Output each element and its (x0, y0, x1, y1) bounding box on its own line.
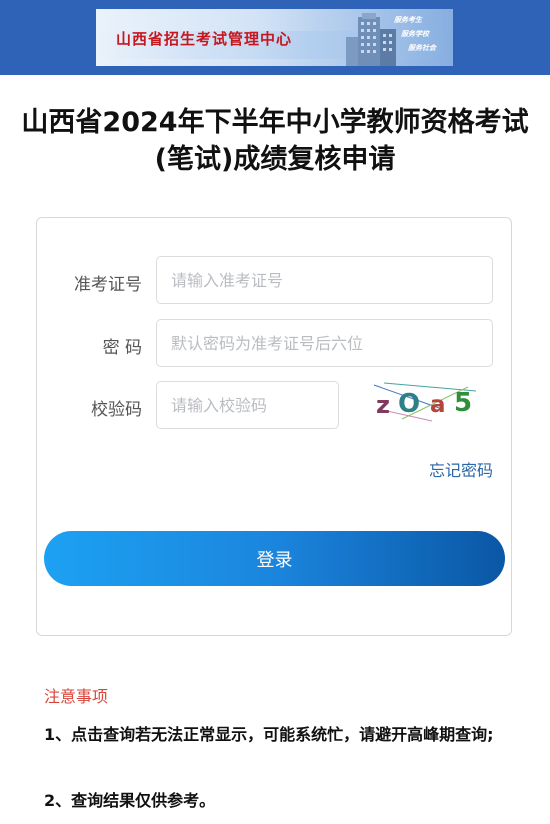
svg-text:O: O (398, 389, 420, 419)
banner-title: 山西省招生考试管理中心 (116, 30, 293, 48)
header-bar: 山西省招生考试管理中心 服务考生 服务学校 服务社会 (0, 0, 550, 75)
forgot-password-link[interactable]: 忘记密码 (400, 457, 493, 481)
svg-text:a: a (430, 392, 446, 418)
banner-slogan: 服务学校 (401, 30, 429, 38)
password-label: 密 码 (102, 338, 142, 358)
password-input[interactable] (156, 319, 493, 367)
svg-text:z: z (376, 391, 390, 419)
exam-number-label: 准考证号 (74, 275, 142, 295)
exam-number-input[interactable] (156, 256, 493, 304)
banner-slogan: 服务社会 (408, 44, 436, 52)
note-item: 1、点击查询若无法正常显示，可能系统忙，请避开高峰期查询; (44, 725, 494, 744)
note-item: 2、查询结果仅供参考。 (44, 791, 216, 810)
banner-slogan: 服务考生 (394, 16, 422, 24)
captcha-input[interactable] (156, 381, 339, 429)
notes-heading: 注意事项 (44, 687, 109, 706)
header-banner: 山西省招生考试管理中心 服务考生 服务学校 服务社会 (96, 9, 453, 66)
captcha-image[interactable]: z O a 5 (372, 379, 484, 425)
page-title: 山西省2024年下半年中小学教师资格考试(笔试)成绩复核申请 (21, 107, 529, 175)
login-button[interactable]: 登录 (44, 531, 505, 586)
svg-text:5: 5 (454, 388, 472, 418)
captcha-label: 校验码 (91, 400, 142, 420)
